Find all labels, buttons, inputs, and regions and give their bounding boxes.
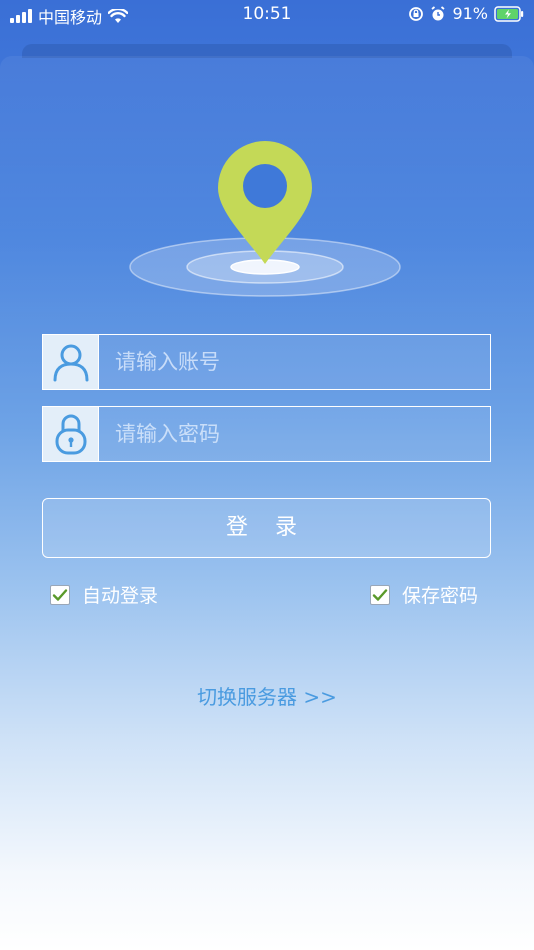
save-password-option[interactable]: 保存密码 xyxy=(370,581,478,608)
user-icon xyxy=(53,344,88,382)
switch-server-link[interactable]: 切换服务器 >> xyxy=(0,681,534,710)
auto-login-checkbox[interactable] xyxy=(50,584,70,605)
save-password-label: 保存密码 xyxy=(402,585,479,607)
password-icon-box xyxy=(43,407,99,461)
account-input[interactable] xyxy=(99,335,490,389)
orientation-lock-icon xyxy=(409,6,424,21)
password-field[interactable] xyxy=(42,406,491,462)
battery-percent: 91% xyxy=(452,4,488,23)
password-input[interactable] xyxy=(99,407,490,461)
location-pin-icon xyxy=(129,141,401,297)
account-field[interactable] xyxy=(42,334,491,390)
lock-icon xyxy=(55,414,86,455)
alarm-icon xyxy=(431,5,445,20)
checkmark-icon xyxy=(52,588,68,601)
auto-login-label: 自动登录 xyxy=(82,585,159,607)
login-button[interactable]: 登 录 xyxy=(42,498,491,558)
checkmark-icon xyxy=(372,588,388,601)
status-bar: 中国移动 10:51 91% xyxy=(0,0,534,30)
save-password-checkbox[interactable] xyxy=(370,584,390,605)
account-icon-box xyxy=(43,335,99,389)
status-right: 91% xyxy=(408,4,524,23)
auto-login-option[interactable]: 自动登录 xyxy=(50,581,158,608)
battery-icon xyxy=(494,5,524,22)
